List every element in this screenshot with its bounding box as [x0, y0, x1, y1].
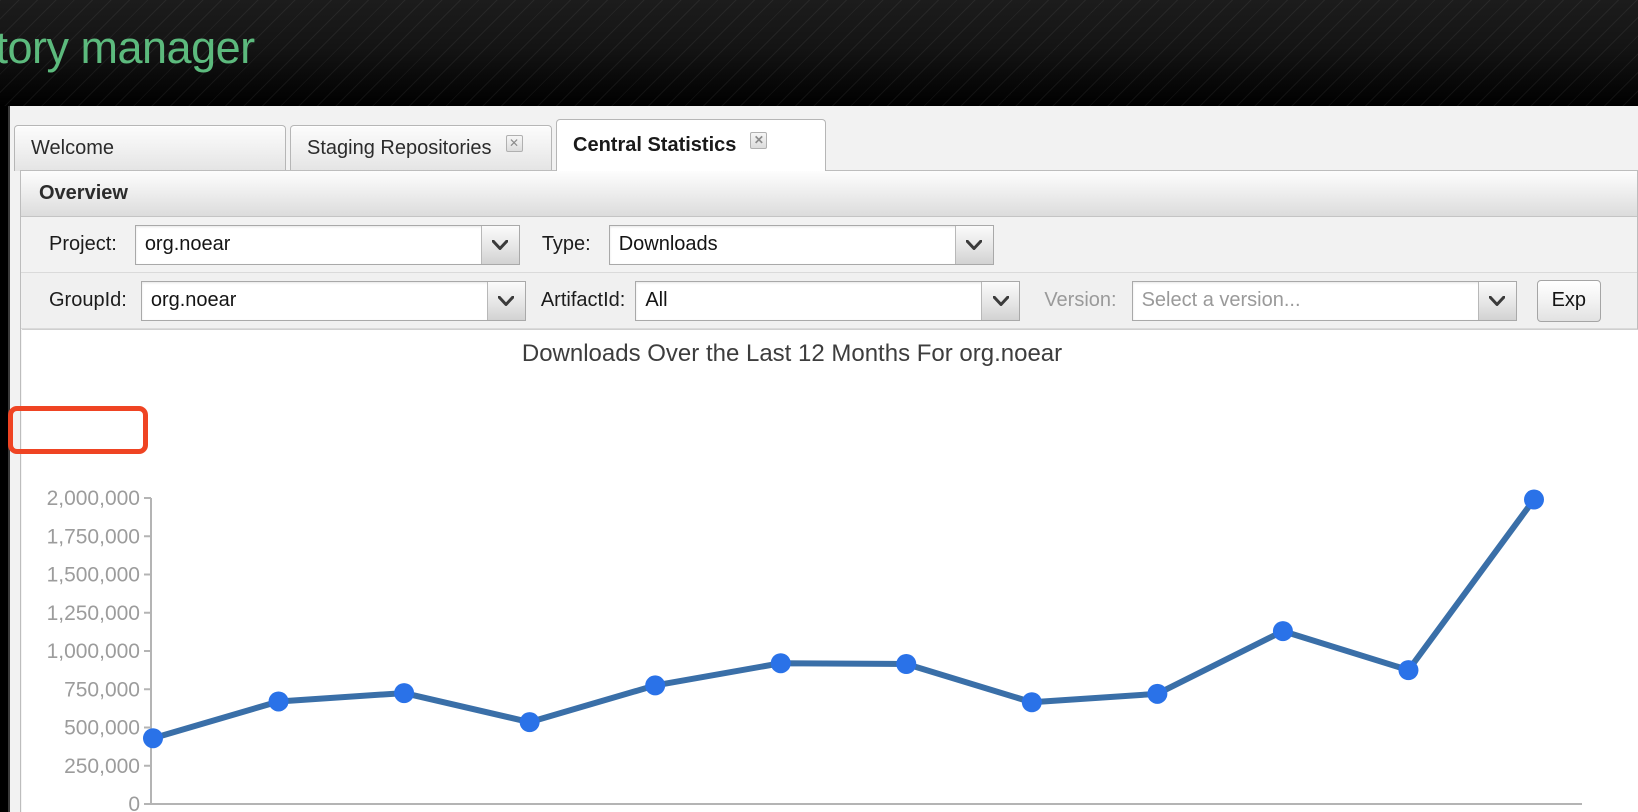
artifact-id-label: ArtifactId:	[540, 289, 626, 311]
y-axis-tick-label: 1,500,000	[47, 564, 140, 587]
tab-welcome[interactable]: Welcome	[14, 125, 286, 171]
type-label: Type:	[541, 233, 591, 255]
data-point-marker[interactable]	[1524, 489, 1544, 510]
data-point-marker[interactable]	[770, 653, 791, 674]
data-point-marker[interactable]	[896, 654, 917, 675]
data-point-marker[interactable]	[1398, 660, 1419, 681]
project-select[interactable]: org.noear	[134, 224, 520, 265]
downloads-line	[150, 496, 1537, 742]
export-button[interactable]: Exp	[1536, 279, 1602, 322]
y-axis-ticks: 0 250,000 500,000 750,000 1,000,000 1,250,000…	[47, 487, 151, 812]
tab-central-statistics-label: Central Statistics	[573, 134, 737, 156]
tab-strip: Welcome Staging Repositories ✕ Central S…	[10, 115, 1638, 171]
group-id-select-value: org.noear	[150, 289, 237, 311]
app-header-banner: itory manager	[0, 0, 1638, 106]
overview-header-bar: Overview	[21, 171, 1637, 217]
export-button-label: Exp	[1551, 289, 1587, 311]
filter-row-primary: Project: org.noear Type: Downloads	[21, 217, 1637, 273]
type-select[interactable]: Downloads	[608, 224, 994, 265]
y-axis-tick-label: 0	[128, 793, 140, 812]
chevron-down-icon[interactable]	[954, 225, 993, 264]
y-axis-tick-label: 750,000	[64, 678, 140, 701]
y-axis-tick-label: 250,000	[64, 755, 140, 778]
tab-welcome-label: Welcome	[31, 137, 114, 159]
data-point-marker[interactable]	[1272, 621, 1293, 642]
chart-series	[150, 496, 1537, 742]
data-point-marker[interactable]	[268, 691, 289, 712]
data-point-marker[interactable]	[143, 728, 163, 749]
chart-markers	[143, 489, 1544, 749]
downloads-chart-panel: Downloads Over the Last 12 Months For or…	[22, 329, 1638, 812]
y-axis-tick-label: 500,000	[64, 717, 140, 740]
type-select-value: Downloads	[618, 233, 718, 255]
artifact-id-select[interactable]: All	[635, 280, 1021, 321]
close-icon[interactable]: ✕	[505, 135, 523, 152]
tab-staging-repositories-label: Staging Repositories	[307, 137, 492, 159]
downloads-line-chart: 0 250,000 500,000 750,000 1,000,000 1,250,000…	[47, 487, 1582, 812]
artifact-id-select-value: All	[645, 289, 668, 311]
page-title: Overview	[39, 182, 128, 204]
group-id-label: GroupId:	[49, 289, 127, 311]
chevron-down-icon[interactable]	[486, 281, 525, 320]
app-body: Welcome Staging Repositories ✕ Central S…	[8, 106, 1638, 812]
project-label: Project:	[49, 233, 117, 255]
version-select-value: Select a version...	[1141, 289, 1301, 311]
content-panel: Overview Project: org.noear Type: Downlo…	[20, 170, 1638, 812]
tab-staging-repositories[interactable]: Staging Repositories ✕	[290, 125, 552, 171]
chevron-down-icon[interactable]	[480, 225, 519, 264]
data-point-marker[interactable]	[645, 675, 666, 696]
chevron-down-icon[interactable]	[981, 281, 1020, 320]
version-select[interactable]: Select a version...	[1131, 280, 1517, 321]
filter-row-secondary: GroupId: org.noear ArtifactId: All Versi…	[21, 273, 1637, 329]
project-select-value: org.noear	[144, 233, 231, 255]
y-axis-tick-label: 1,750,000	[47, 525, 140, 548]
chevron-down-icon[interactable]	[1477, 281, 1516, 320]
data-point-marker[interactable]	[519, 712, 540, 733]
close-icon[interactable]: ✕	[750, 132, 768, 149]
brand-title: itory manager	[0, 22, 255, 73]
chart-axes	[150, 498, 1582, 805]
y-axis-tick-label: 1,250,000	[47, 602, 140, 625]
data-point-marker[interactable]	[1147, 683, 1168, 704]
version-label: Version:	[1044, 289, 1117, 311]
y-axis-tick-label: 2,000,000	[47, 487, 140, 510]
data-point-marker[interactable]	[1021, 692, 1042, 713]
data-point-marker[interactable]	[394, 683, 415, 704]
group-id-select[interactable]: org.noear	[140, 280, 526, 321]
tab-central-statistics[interactable]: Central Statistics ✕	[556, 119, 826, 171]
y-axis-tick-label: 1,000,000	[47, 640, 140, 663]
